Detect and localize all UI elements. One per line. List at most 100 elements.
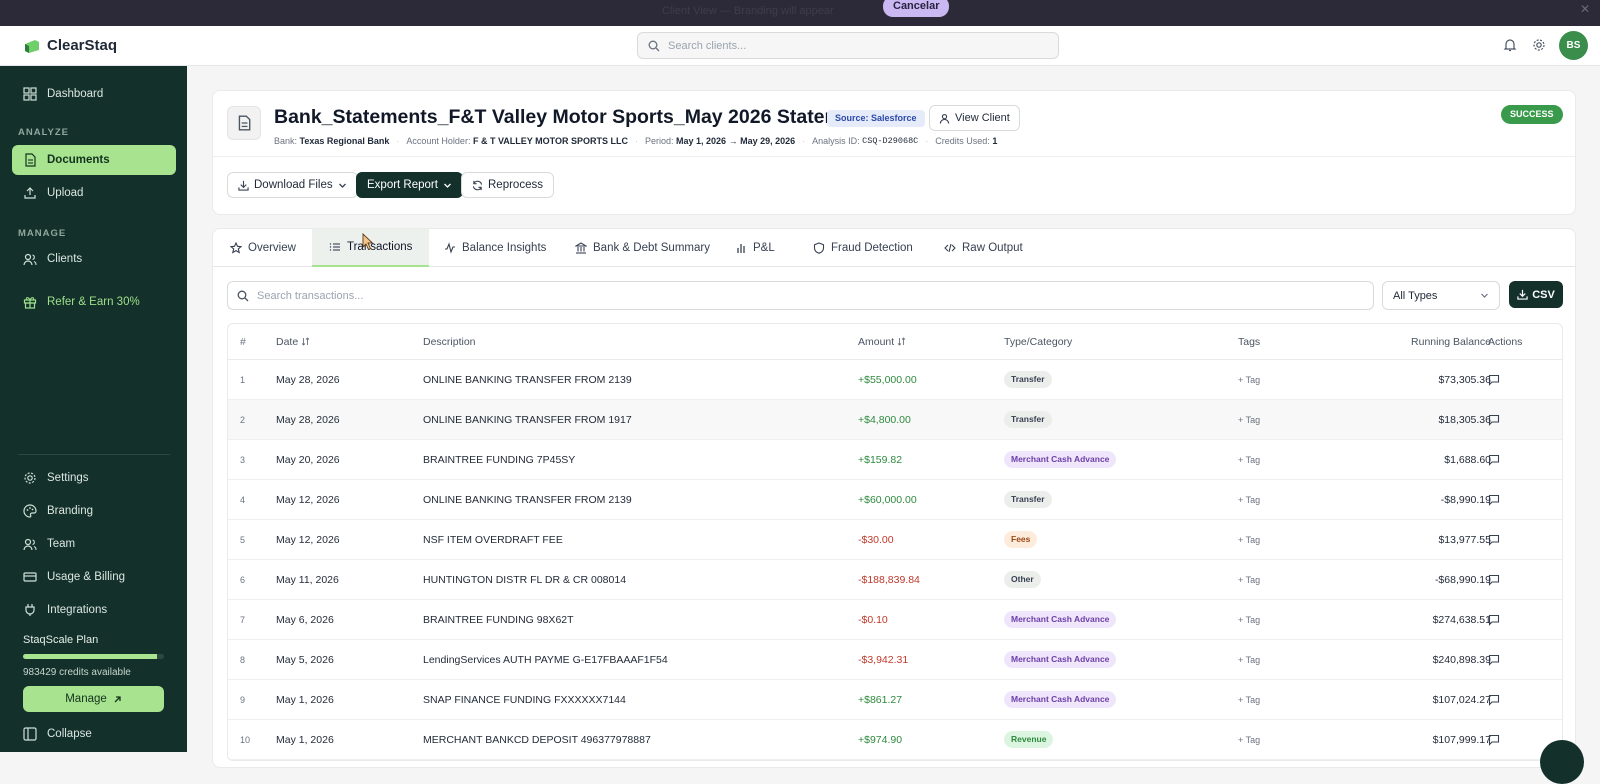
add-tag-button[interactable]: + Tag (1238, 520, 1260, 559)
add-tag-button[interactable]: + Tag (1238, 720, 1260, 759)
sidebar-item-team[interactable]: Team (12, 529, 176, 559)
table-row[interactable]: 5 May 12, 2026 NSF ITEM OVERDRAFT FEE -$30.… (228, 520, 1562, 560)
logo[interactable]: ClearStaq (23, 37, 117, 54)
table-row[interactable]: 6 May 11, 2026 HUNTINGTON DISTR FL DR & CR… (228, 560, 1562, 600)
comment-icon[interactable] (1488, 680, 1500, 719)
tab-overview[interactable]: Overview (213, 229, 313, 267)
sidebar-item-documents[interactable]: Documents (12, 145, 176, 175)
table-row[interactable]: 8 May 5, 2026 LendingServices AUTH PAYME G… (228, 640, 1562, 680)
add-tag-button[interactable]: + Tag (1238, 440, 1260, 479)
sidebar-item-branding[interactable]: Branding (12, 496, 176, 526)
col-type: Type/Category (1004, 335, 1073, 348)
avatar[interactable]: BS (1559, 31, 1588, 60)
bank-icon (575, 242, 587, 254)
meta-bank: Texas Regional Bank (299, 136, 390, 146)
sidebar-item-settings[interactable]: Settings (12, 463, 176, 493)
row-type[interactable]: Revenue (1004, 720, 1054, 759)
sidebar-item-label: Refer & Earn 30% (47, 296, 140, 308)
row-type[interactable]: Transfer (1004, 480, 1052, 519)
table-row[interactable]: 2 May 28, 2026 ONLINE BANKING TRANSFER FRO… (228, 400, 1562, 440)
row-type[interactable]: Merchant Cash Advance (1004, 440, 1117, 479)
row-type[interactable]: Transfer (1004, 360, 1052, 399)
export-report-button[interactable]: Export Report (356, 172, 463, 198)
view-client-button[interactable]: View Client (929, 105, 1020, 131)
add-tag-button[interactable]: + Tag (1238, 640, 1260, 679)
sidebar-item-usage-billing[interactable]: Usage & Billing (12, 562, 176, 592)
sidebar-item-integrations[interactable]: Integrations (12, 595, 176, 625)
sidebar-item-upload[interactable]: Upload (12, 178, 176, 208)
row-type[interactable]: Merchant Cash Advance (1004, 680, 1117, 719)
type-filter-select[interactable]: All Types (1382, 281, 1500, 310)
meta-credits-label: Credits Used: (935, 136, 990, 146)
tab-pl[interactable]: P&L (718, 229, 792, 267)
row-date: May 28, 2026 (276, 373, 340, 386)
activity-icon (444, 242, 456, 254)
table-row[interactable]: 10 May 1, 2026 MERCHANT BANKCD DEPOSIT 496… (228, 720, 1562, 760)
close-icon[interactable]: ✕ (1580, 2, 1590, 16)
col-balance: Running Balance (1411, 335, 1491, 348)
row-type[interactable]: Merchant Cash Advance (1004, 640, 1117, 679)
bell-icon[interactable] (1503, 38, 1519, 54)
gear-icon[interactable] (1532, 38, 1548, 54)
reprocess-button[interactable]: Reprocess (461, 172, 554, 198)
chat-bubble-button[interactable] (1540, 740, 1584, 784)
add-tag-button[interactable]: + Tag (1238, 400, 1260, 439)
add-tag-button[interactable]: + Tag (1238, 480, 1260, 519)
comment-icon[interactable] (1488, 360, 1500, 399)
add-tag-button[interactable]: + Tag (1238, 560, 1260, 599)
comment-icon[interactable] (1488, 520, 1500, 559)
sidebar-item-label: Integrations (47, 604, 108, 616)
sidebar-item-refer[interactable]: Refer & Earn 30% (12, 287, 176, 317)
add-tag-button[interactable]: + Tag (1238, 680, 1260, 719)
document-icon (227, 106, 261, 140)
tab-label: Fraud Detection (831, 242, 913, 254)
col-date[interactable]: Date (276, 324, 310, 359)
transaction-search-input[interactable]: Search transactions... (227, 281, 1374, 310)
comment-icon[interactable] (1488, 640, 1500, 679)
chevron-down-icon (1480, 291, 1489, 300)
csv-export-button[interactable]: CSV (1509, 281, 1563, 308)
download-files-button[interactable]: Download Files (227, 172, 358, 198)
col-amount[interactable]: Amount (858, 324, 906, 359)
row-type[interactable]: Fees (1004, 520, 1038, 559)
search-icon (648, 40, 660, 52)
app-header: ClearStaq Search clients... BS (0, 26, 1600, 66)
comment-icon[interactable] (1488, 400, 1500, 439)
row-type[interactable]: Transfer (1004, 400, 1052, 439)
sidebar-item-clients[interactable]: Clients (12, 244, 176, 274)
comment-icon[interactable] (1488, 480, 1500, 519)
table-row[interactable]: 9 May 1, 2026 SNAP FINANCE FUNDING FXXXXXX… (228, 680, 1562, 720)
tab-bank-debt-summary[interactable]: Bank & Debt Summary (558, 229, 727, 267)
comment-icon[interactable] (1488, 440, 1500, 479)
meta-period-label: Period: (644, 136, 674, 146)
row-amount: +$60,000.00 (858, 493, 917, 506)
cancel-button[interactable]: Cancelar (883, 0, 950, 17)
comment-icon[interactable] (1488, 720, 1500, 759)
table-row[interactable]: 4 May 12, 2026 ONLINE BANKING TRANSFER FRO… (228, 480, 1562, 520)
tab-label: Bank & Debt Summary (593, 242, 710, 254)
credits-available: 983429 credits available (23, 667, 131, 678)
add-tag-button[interactable]: + Tag (1238, 600, 1260, 639)
meta-credits: 1 (992, 136, 998, 146)
comment-icon[interactable] (1488, 560, 1500, 599)
bar-chart-icon (735, 242, 747, 254)
row-type[interactable]: Merchant Cash Advance (1004, 600, 1117, 639)
table-row[interactable]: 3 May 20, 2026 BRAINTREE FUNDING 7P45SY +$1… (228, 440, 1562, 480)
row-type[interactable]: Other (1004, 560, 1041, 599)
client-search-input[interactable]: Search clients... (637, 32, 1059, 59)
sidebar-divider (18, 454, 170, 455)
manage-button[interactable]: Manage (23, 686, 164, 712)
tab-raw-output[interactable]: Raw Output (927, 229, 1040, 267)
add-tag-button[interactable]: + Tag (1238, 360, 1260, 399)
tab-balance-insights[interactable]: Balance Insights (427, 229, 563, 267)
tab-fraud-detection[interactable]: Fraud Detection (796, 229, 930, 267)
mouse-cursor-icon (362, 233, 375, 251)
sidebar-item-label: Settings (47, 472, 89, 484)
comment-icon[interactable] (1488, 600, 1500, 639)
sidebar-collapse[interactable]: Collapse (12, 719, 176, 749)
table-row[interactable]: 7 May 6, 2026 BRAINTREE FUNDING 98X62T -$0.… (228, 600, 1562, 640)
category-badge: Revenue (1004, 731, 1054, 748)
add-tag-label: + Tag (1238, 574, 1261, 585)
sidebar-item-dashboard[interactable]: Dashboard (12, 79, 176, 109)
table-row[interactable]: 1 May 28, 2026 ONLINE BANKING TRANSFER FRO… (228, 360, 1562, 400)
